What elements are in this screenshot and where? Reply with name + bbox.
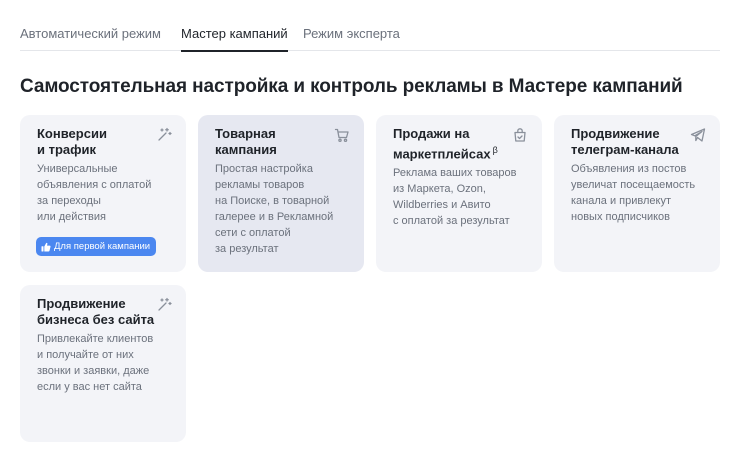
card-desc-line: сети с оплатой (215, 227, 291, 239)
card-desc-line: за переходы (37, 195, 101, 207)
tab-campaign-master[interactable]: Мастер кампаний (181, 26, 288, 52)
beta-superscript: β (492, 145, 498, 155)
card-desc-line: Объявления из постов (571, 163, 687, 175)
card-desc-line: Универсальные (37, 163, 118, 175)
tab-automatic-mode[interactable]: Автоматический режим (20, 26, 161, 41)
mode-tabs: Автоматический режим Мастер кампаний Реж… (20, 0, 720, 52)
card-title: Продажи на маркетплейсах β (393, 126, 518, 162)
card-desc-line: на Поиске, в товарной (215, 195, 330, 207)
card-title: Конверсии и трафик (37, 126, 149, 158)
card-conversions-traffic[interactable]: Конверсии и трафик Универсальные объявле… (20, 115, 186, 272)
telegram-plane-icon (690, 128, 706, 142)
tab-expert-mode[interactable]: Режим эксперта (303, 26, 400, 41)
card-desc-line: с оплатой за результат (393, 215, 510, 228)
card-title-line: телеграм-канала (571, 142, 679, 157)
card-desc-line: за результат (215, 243, 279, 255)
card-title-line: Товарная (215, 126, 276, 141)
card-desc-line: Простая настройка (215, 163, 313, 175)
card-description: Универсальные объявления с оплатой за пе… (37, 161, 170, 225)
card-title-line: Продажи на (393, 126, 470, 141)
card-title-line: Продвижение (571, 126, 660, 141)
card-description: Простая настройка рекламы товаров на Пои… (215, 161, 348, 257)
card-title: Продвижение бизнеса без сайта (37, 296, 162, 328)
card-desc-line: или действия (37, 211, 106, 223)
card-title-line: кампания (215, 142, 277, 157)
card-desc-line: Привлекайте клиентов (37, 333, 154, 345)
card-description: Объявления из постов увеличат посещаемос… (571, 161, 704, 225)
page-title: Самостоятельная настройка и контроль рек… (20, 76, 683, 97)
card-telegram-channel[interactable]: Продвижение телеграм-канала Объявления и… (554, 115, 720, 272)
card-desc-line: Wildberries и Авито (393, 199, 491, 212)
card-desc-line: рекламы товаров (215, 179, 305, 191)
card-description: Реклама ваших товаров из Маркета, Ozon, … (393, 165, 526, 229)
card-desc-line: увеличат посещаемость (571, 179, 696, 191)
card-title-line: бизнеса без сайта (37, 312, 155, 327)
card-description: Привлекайте клиентов и получайте от них … (37, 331, 170, 395)
card-title-line: Продвижение (37, 296, 126, 311)
first-campaign-badge: Для первой кампании (36, 237, 157, 256)
card-desc-line: галерее и в Рекламной (215, 211, 334, 223)
thumbs-up-icon (41, 242, 51, 251)
shopping-bag-icon (514, 128, 526, 142)
card-marketplace-sales[interactable]: Продажи на маркетплейсах β Реклама ваших … (376, 115, 542, 272)
card-title-line: маркетплейсах β (393, 142, 518, 162)
badge-label: Для первой кампании (54, 241, 151, 252)
magic-wand-icon (158, 297, 172, 311)
card-desc-line: если у вас нет сайта (37, 381, 142, 393)
magic-wand-icon (158, 127, 172, 141)
card-desc-line: Реклама ваших товаров (393, 167, 517, 180)
card-desc-line: из Маркета, Ozon, (393, 183, 486, 196)
card-title: Продвижение телеграм-канала (571, 126, 696, 158)
card-desc-line: объявления с оплатой (37, 179, 152, 191)
card-title-line: Конверсии (37, 126, 107, 141)
card-title: Товарная кампания (215, 126, 327, 158)
card-title-line: и трафик (37, 142, 97, 157)
card-product-campaign[interactable]: Товарная кампания Простая настройка рекл… (198, 115, 364, 272)
card-desc-line: канала и привлекут (571, 195, 671, 207)
card-title-text: маркетплейсах (393, 146, 491, 162)
card-desc-line: новых подписчиков (571, 211, 670, 223)
card-desc-line: и получайте от них (37, 349, 134, 361)
cart-icon (334, 128, 349, 143)
card-desc-line: звонки и заявки, даже (37, 365, 150, 377)
card-business-no-site[interactable]: Продвижение бизнеса без сайта Привлекайт… (20, 285, 186, 442)
